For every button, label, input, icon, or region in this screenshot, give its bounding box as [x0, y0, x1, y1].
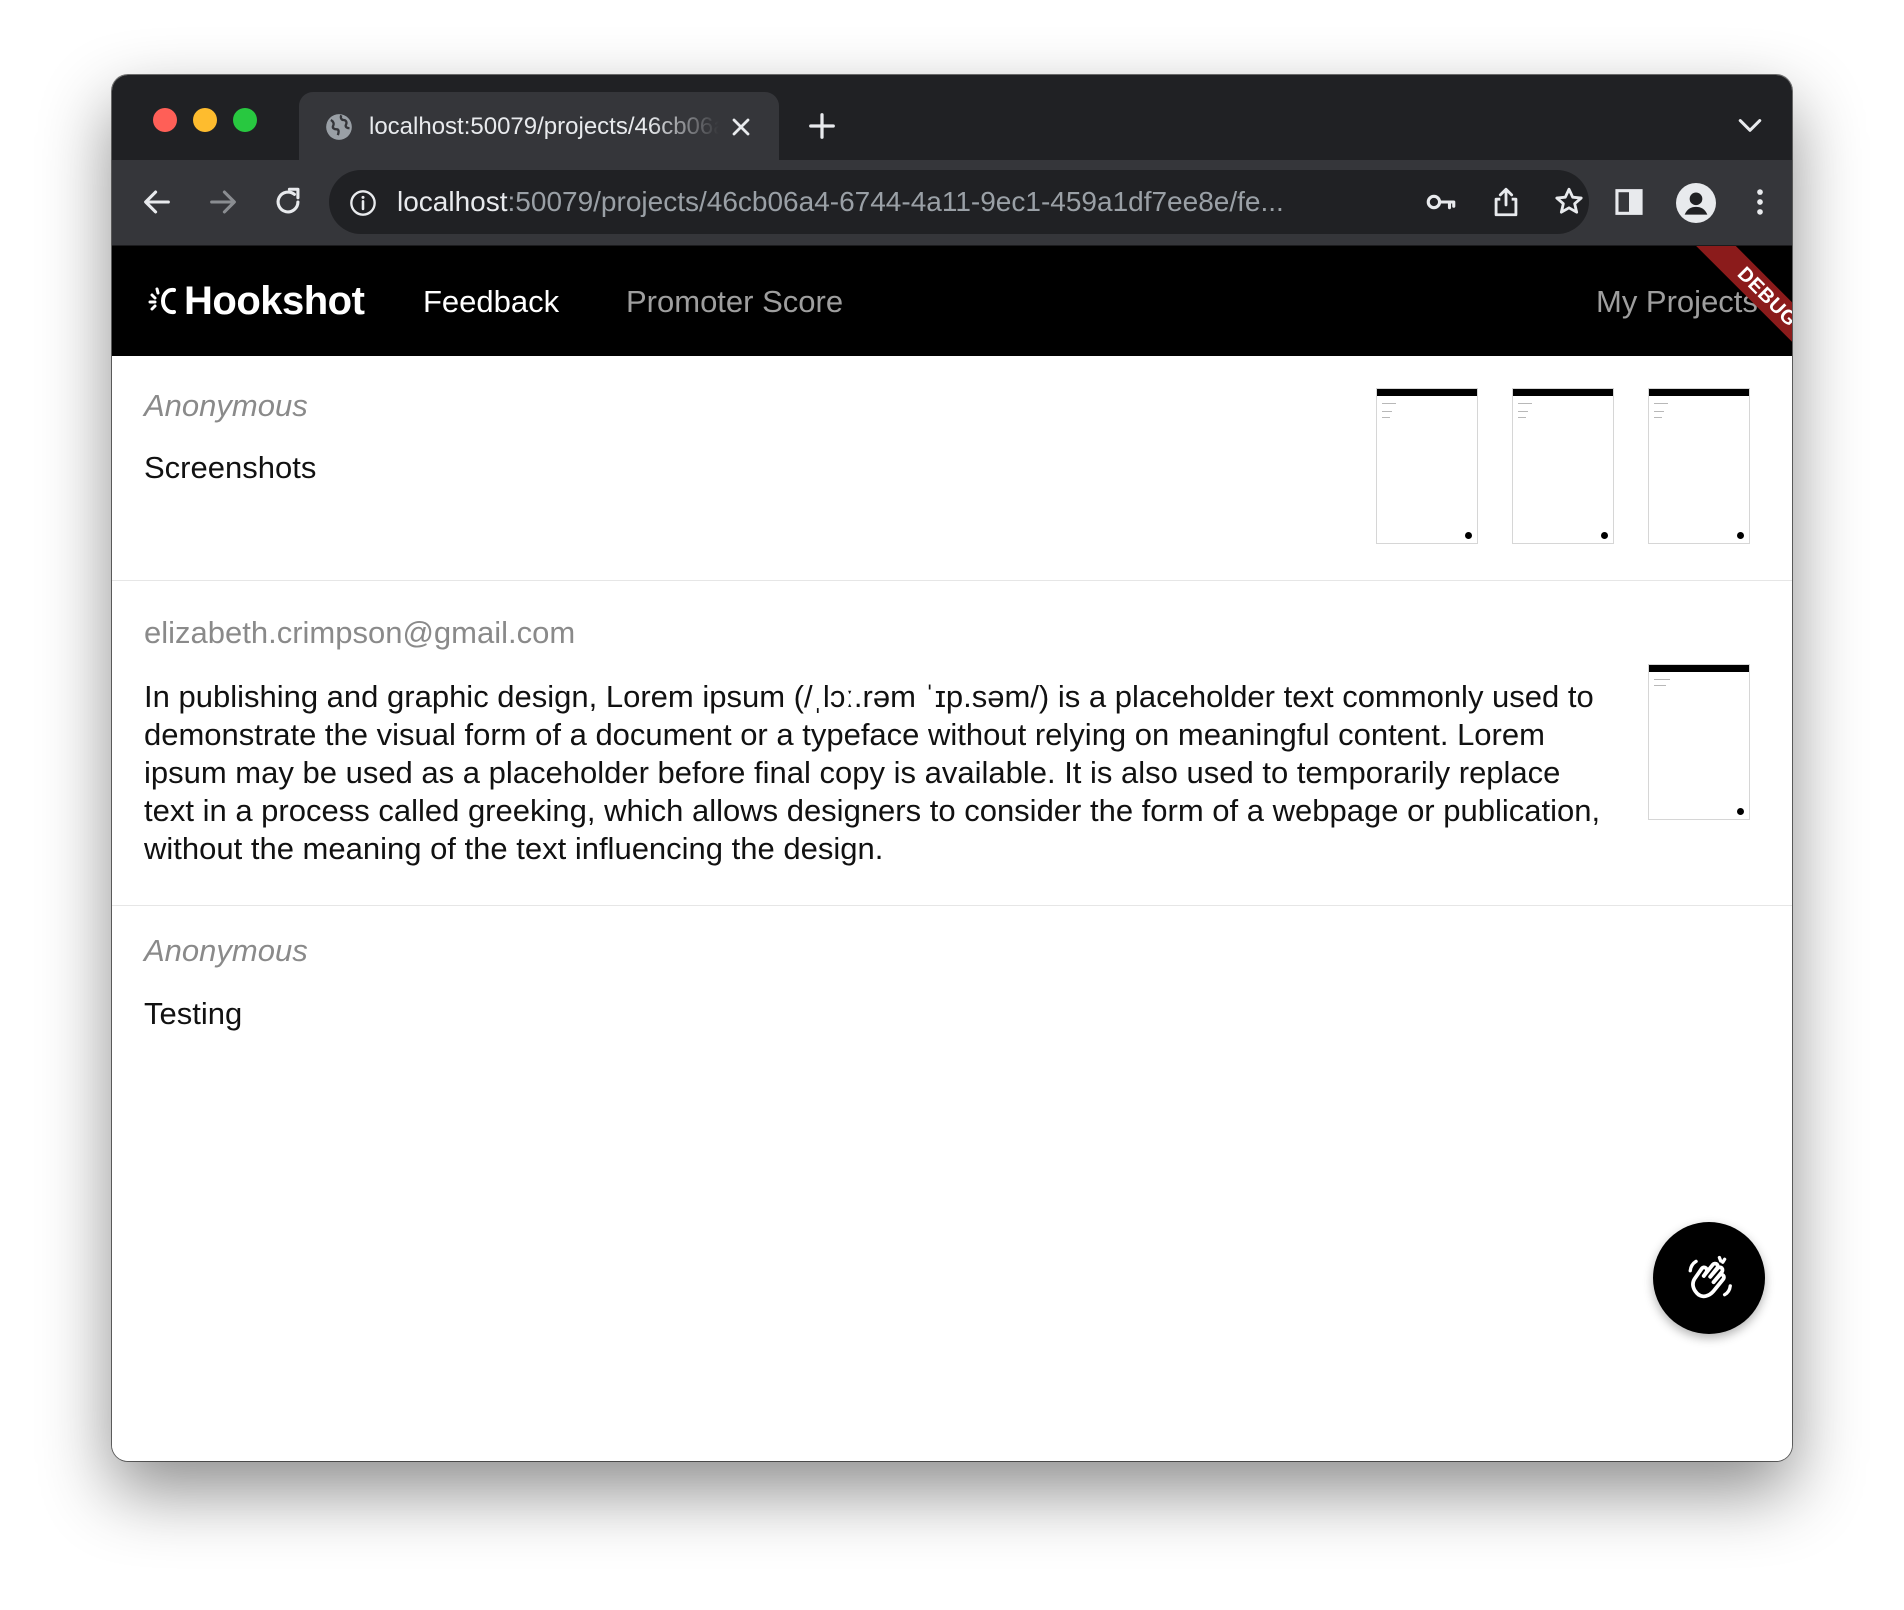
nav-my-projects[interactable]: My Projects	[1596, 282, 1758, 322]
close-tab-icon[interactable]	[727, 113, 755, 141]
feedback-fab-button[interactable]	[1653, 1222, 1765, 1334]
browser-tab[interactable]: localhost:50079/projects/46cb06a4-6744-4…	[299, 92, 779, 160]
minimize-window-button[interactable]	[193, 108, 217, 132]
screenshot-thumbnail[interactable]	[1648, 664, 1750, 820]
clapping-hands-icon	[1688, 1255, 1732, 1299]
hookshot-logo-icon	[148, 287, 176, 315]
forward-icon[interactable]	[206, 185, 240, 219]
key-icon[interactable]	[1424, 185, 1458, 219]
address-bar[interactable]: localhost:50079/projects/46cb06a4-6744-4…	[329, 170, 1589, 234]
globe-icon	[326, 114, 352, 140]
feedback-author: Anonymous	[144, 933, 308, 968]
feedback-author: elizabeth.crimpson@gmail.com	[144, 615, 576, 650]
app-viewport: Hookshot Feedback Promoter Score My Proj…	[112, 246, 1792, 1461]
app-header: Hookshot Feedback Promoter Score My Proj…	[112, 246, 1792, 356]
bookmark-star-icon[interactable]	[1552, 185, 1586, 219]
feedback-item[interactable]: Anonymous Screenshots	[112, 356, 1792, 581]
nav-feedback[interactable]: Feedback	[423, 282, 559, 322]
feedback-item[interactable]: elizabeth.crimpson@gmail.com In publishi…	[112, 581, 1792, 906]
maximize-window-button[interactable]	[233, 108, 257, 132]
feedback-text: In publishing and graphic design, Lorem …	[144, 679, 1601, 866]
new-tab-icon[interactable]	[807, 111, 837, 141]
feedback-author: Anonymous	[144, 388, 308, 423]
browser-toolbar: localhost:50079/projects/46cb06a4-6744-4…	[112, 160, 1792, 246]
screenshot-thumbnail[interactable]	[1512, 388, 1614, 544]
back-icon[interactable]	[140, 185, 174, 219]
feedback-list: Anonymous Screenshots elizabeth.crimpson…	[112, 356, 1792, 1106]
share-icon[interactable]	[1489, 185, 1523, 219]
brand-logo[interactable]: Hookshot	[148, 276, 365, 326]
url-path: :50079/projects/46cb06a4-6744-4a11-9ec1-…	[507, 186, 1284, 217]
nav-promoter-score[interactable]: Promoter Score	[626, 282, 843, 322]
more-options-icon[interactable]	[1743, 185, 1777, 219]
profile-avatar-icon[interactable]	[1676, 183, 1716, 223]
feedback-text: Screenshots	[144, 450, 317, 485]
tab-search-chevron-icon[interactable]	[1737, 117, 1763, 135]
tab-title: localhost:50079/projects/46cb06a4-6744-4…	[369, 113, 719, 140]
side-panel-icon[interactable]	[1612, 185, 1646, 219]
screenshot-thumbnail[interactable]	[1376, 388, 1478, 544]
tab-strip: localhost:50079/projects/46cb06a4-6744-4…	[112, 75, 1792, 160]
brand-name: Hookshot	[184, 279, 365, 323]
url-host: localhost	[397, 186, 508, 217]
screenshot-thumbnail[interactable]	[1648, 388, 1750, 544]
feedback-item[interactable]: Anonymous Testing	[112, 906, 1792, 1106]
browser-window: localhost:50079/projects/46cb06a4-6744-4…	[112, 75, 1792, 1461]
feedback-text: Testing	[144, 996, 243, 1031]
site-info-icon[interactable]	[349, 189, 377, 217]
url-text[interactable]: localhost:50079/projects/46cb06a4-6744-4…	[397, 186, 1397, 218]
close-window-button[interactable]	[153, 108, 177, 132]
reload-icon[interactable]	[271, 185, 305, 219]
